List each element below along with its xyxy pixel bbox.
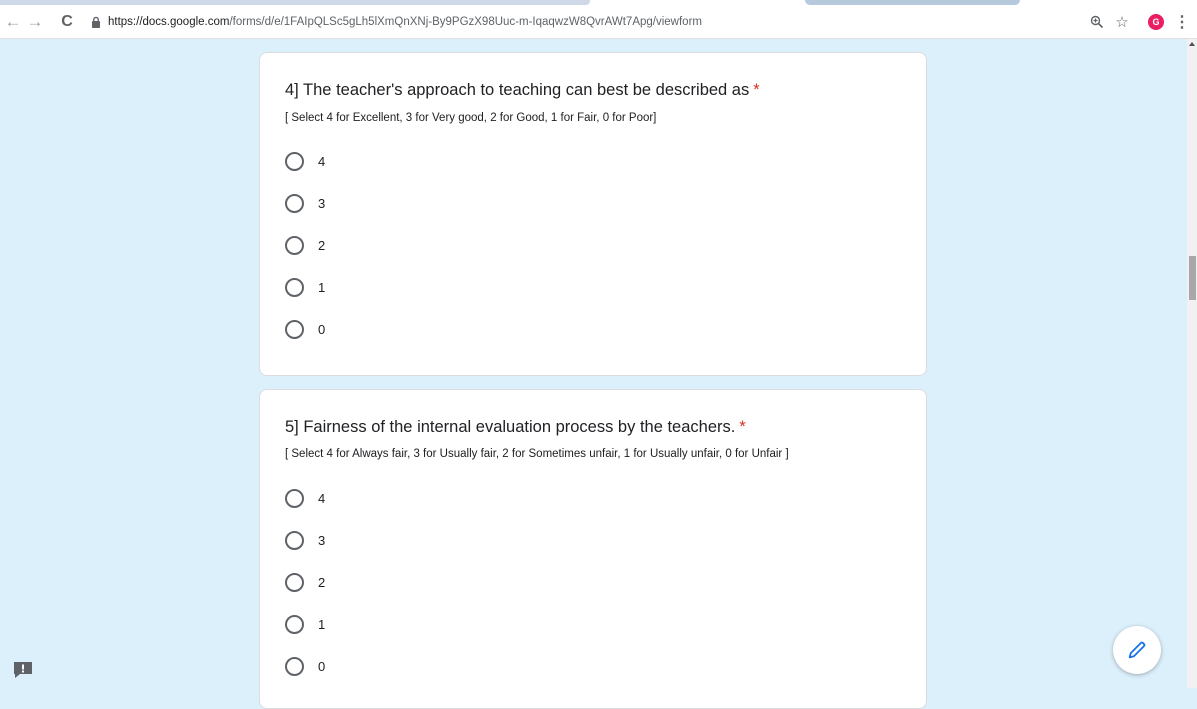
profile-avatar[interactable]: G xyxy=(1148,14,1164,30)
radio-option-label: 3 xyxy=(318,533,326,548)
scroll-up-arrow-icon[interactable] xyxy=(1189,42,1195,46)
radio-option[interactable]: 1 xyxy=(285,615,485,641)
radio-button[interactable] xyxy=(285,152,304,171)
radio-option-label: 2 xyxy=(318,238,326,253)
radio-option-label: 1 xyxy=(318,617,326,632)
radio-button[interactable] xyxy=(285,531,304,550)
scrollbar-thumb[interactable] xyxy=(1189,256,1196,300)
question-card: 4] The teacher's approach to teaching ca… xyxy=(259,52,927,376)
back-arrow-icon[interactable]: ← xyxy=(2,6,24,38)
lock-icon xyxy=(92,16,100,28)
radio-button[interactable] xyxy=(285,657,304,676)
radio-button[interactable] xyxy=(285,489,304,508)
required-asterisk: * xyxy=(753,81,760,99)
pencil-icon xyxy=(1128,641,1146,659)
bookmark-star-icon[interactable]: ☆ xyxy=(1112,6,1132,38)
radio-button[interactable] xyxy=(285,615,304,634)
question-card: 5] Fairness of the internal evaluation p… xyxy=(259,389,927,709)
reload-icon[interactable]: C xyxy=(56,6,78,38)
tab[interactable] xyxy=(805,0,1020,5)
radio-option-label: 0 xyxy=(318,322,326,337)
question-title-text: 4] The teacher's approach to teaching ca… xyxy=(285,81,750,99)
question-title-text: 5] Fairness of the internal evaluation p… xyxy=(285,418,736,436)
zoom-icon[interactable] xyxy=(1088,6,1106,38)
radio-option[interactable]: 4 xyxy=(285,489,485,515)
radio-option[interactable]: 4 xyxy=(285,152,485,178)
browser-menu-icon[interactable]: ⋮ xyxy=(1174,6,1190,38)
url-host: https://docs.google.com xyxy=(108,16,230,28)
browser-toolbar: ← → C https://docs.google.com/forms/d/e/… xyxy=(0,6,1197,39)
question-description: [ Select 4 for Always fair, 3 for Usuall… xyxy=(285,448,789,460)
radio-button[interactable] xyxy=(285,573,304,592)
tab[interactable] xyxy=(0,0,590,5)
radio-option-label: 4 xyxy=(318,154,326,169)
radio-button[interactable] xyxy=(285,278,304,297)
radio-button[interactable] xyxy=(285,320,304,339)
required-asterisk: * xyxy=(739,418,746,436)
radio-button[interactable] xyxy=(285,236,304,255)
scrollbar-track[interactable] xyxy=(1187,39,1197,688)
report-problem-icon[interactable] xyxy=(12,660,34,680)
address-bar[interactable]: https://docs.google.com/forms/d/e/1FAIpQ… xyxy=(108,6,702,38)
radio-option-label: 3 xyxy=(318,196,326,211)
forward-arrow-icon[interactable]: → xyxy=(24,6,46,38)
question-title: 4] The teacher's approach to teaching ca… xyxy=(285,81,760,100)
url-path: /forms/d/e/1FAIpQLSc5gLh5lXmQnXNj-By9PGz… xyxy=(229,16,702,28)
radio-option[interactable]: 3 xyxy=(285,531,485,557)
question-title: 5] Fairness of the internal evaluation p… xyxy=(285,418,746,437)
radio-option-label: 1 xyxy=(318,280,326,295)
question-description: [ Select 4 for Excellent, 3 for Very goo… xyxy=(285,112,657,124)
radio-option[interactable]: 2 xyxy=(285,573,485,599)
radio-option-label: 4 xyxy=(318,491,326,506)
radio-option[interactable]: 2 xyxy=(285,236,485,262)
radio-option[interactable]: 0 xyxy=(285,320,485,346)
radio-option[interactable]: 0 xyxy=(285,657,485,683)
radio-option[interactable]: 3 xyxy=(285,194,485,220)
radio-option-label: 2 xyxy=(318,575,326,590)
radio-option[interactable]: 1 xyxy=(285,278,485,304)
radio-option-label: 0 xyxy=(318,659,326,674)
edit-fab-button[interactable] xyxy=(1113,626,1161,674)
radio-button[interactable] xyxy=(285,194,304,213)
